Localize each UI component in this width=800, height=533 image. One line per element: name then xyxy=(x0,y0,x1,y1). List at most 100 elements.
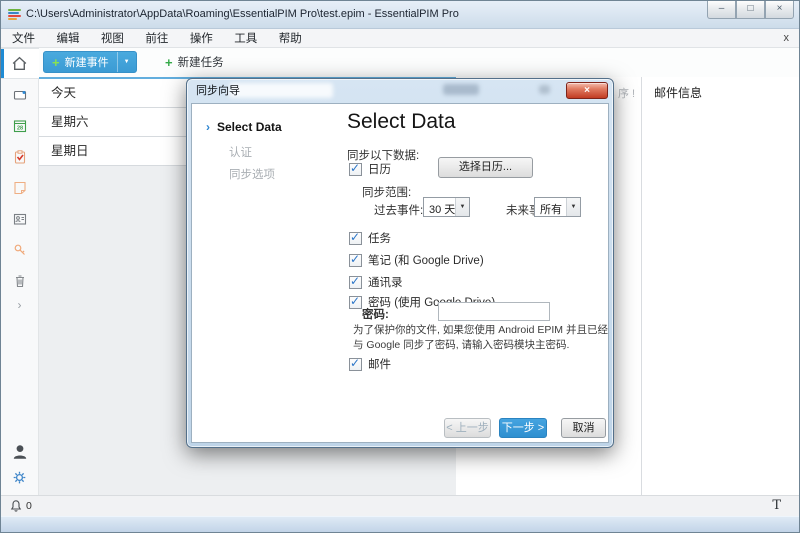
home-icon xyxy=(11,55,28,72)
close-button[interactable]: × xyxy=(765,1,794,19)
checkbox-row-mail: ✓ 邮件 xyxy=(349,356,391,372)
dialog-body: ›Select Data 认证 同步选项 Select Data 同步以下数据:… xyxy=(191,103,609,443)
page-title: Select Data xyxy=(347,110,456,134)
check-icon: ✓ xyxy=(350,274,360,288)
mail-list-header-fragment: 序 ! xyxy=(618,85,635,101)
maximize-button[interactable]: □ xyxy=(736,1,765,19)
notifications-bell-icon[interactable] xyxy=(9,499,23,513)
sidebar-item-today[interactable] xyxy=(1,79,39,110)
key-icon xyxy=(12,242,28,258)
today-panel-icon xyxy=(12,87,28,103)
passwords-checkbox[interactable]: ✓ xyxy=(349,296,362,309)
menu-item-edit[interactable]: 编辑 xyxy=(56,30,79,49)
new-event-label: 新建事件 xyxy=(65,54,117,70)
chevron-down-icon: ▼ xyxy=(455,198,469,216)
mail-info-title: 邮件信息 xyxy=(654,84,702,101)
window-controls: – □ × xyxy=(707,1,794,19)
wizard-nav-authentication[interactable]: 认证 xyxy=(229,144,252,160)
menu-bar: 文件 编辑 视图 前往 操作 工具 帮助 x xyxy=(1,29,799,48)
glass-blur-artifact xyxy=(229,83,333,98)
check-icon: ✓ xyxy=(350,230,360,244)
chevron-down-icon[interactable]: ▼ xyxy=(117,52,136,72)
notes-checkbox-label: 笔记 (和 Google Drive) xyxy=(368,252,484,268)
mail-checkbox[interactable]: ✓ xyxy=(349,358,362,371)
sidebar-item-calendar[interactable]: 28 xyxy=(1,110,39,141)
svg-text:28: 28 xyxy=(16,125,22,131)
minimize-button[interactable]: – xyxy=(707,1,736,19)
tasks-checkbox[interactable]: ✓ xyxy=(349,232,362,245)
sidebar-item-home[interactable] xyxy=(1,48,39,79)
contacts-checkbox[interactable]: ✓ xyxy=(349,276,362,289)
past-events-label: 过去事件: xyxy=(374,202,423,218)
module-sidebar: 28 › xyxy=(1,48,39,495)
toolbar: + 新建事件 ▼ + 新建任务 xyxy=(39,48,799,77)
back-button[interactable]: < 上一步 xyxy=(444,418,491,438)
check-icon: ✓ xyxy=(350,252,360,266)
sidebar-expand-button[interactable]: › xyxy=(18,296,22,316)
future-events-value: 所有 xyxy=(540,201,562,217)
future-events-select[interactable]: 所有 ▼ xyxy=(534,197,581,217)
past-events-value: 30 天 xyxy=(429,201,455,217)
calendar-checkbox[interactable]: ✓ xyxy=(349,163,362,176)
essentialpim-logo-icon xyxy=(8,9,21,21)
menu-item-file[interactable]: 文件 xyxy=(12,30,35,49)
menu-item-go[interactable]: 前往 xyxy=(145,30,168,49)
tasks-checkbox-label: 任务 xyxy=(368,230,391,246)
menubar-close-button[interactable]: x xyxy=(784,29,790,48)
contacts-card-icon xyxy=(12,211,28,227)
sync-wizard-dialog: 同步向导 × ›Select Data 认证 同步选项 Select Data … xyxy=(186,78,614,448)
mail-info-panel: 邮件信息 xyxy=(641,77,799,495)
calendar-checkbox-label: 日历 xyxy=(368,161,391,177)
user-avatar-icon[interactable] xyxy=(11,443,29,461)
menu-item-help[interactable]: 帮助 xyxy=(279,30,302,49)
menu-item-view[interactable]: 视图 xyxy=(101,30,124,49)
password-field-label: 密码: xyxy=(362,306,389,322)
checkbox-row-contacts: ✓ 通讯录 xyxy=(349,274,403,290)
menu-item-actions[interactable]: 操作 xyxy=(190,30,213,49)
checkbox-row-calendar: ✓ 日历 xyxy=(349,161,391,177)
sidebar-item-tasks[interactable] xyxy=(1,141,39,172)
sync-range-label: 同步范围: xyxy=(362,184,411,200)
checkbox-row-notes: ✓ 笔记 (和 Google Drive) xyxy=(349,252,484,268)
next-button[interactable]: 下一步 > xyxy=(499,418,547,438)
wizard-step-label: Select Data xyxy=(217,120,282,134)
check-icon: ✓ xyxy=(350,294,360,308)
password-input[interactable] xyxy=(438,302,550,321)
sidebar-item-notes[interactable] xyxy=(1,172,39,203)
new-task-label: 新建任务 xyxy=(178,54,224,70)
window-bottom-frame xyxy=(1,516,799,532)
settings-gear-icon[interactable] xyxy=(12,470,27,485)
sidebar-bottom-group xyxy=(11,443,29,495)
mail-checkbox-label: 邮件 xyxy=(368,356,391,372)
past-events-select[interactable]: 30 天 ▼ xyxy=(423,197,470,217)
cancel-button[interactable]: 取消 xyxy=(561,418,606,438)
dialog-title: 同步向导 xyxy=(196,79,240,103)
app-window: C:\Users\Administrator\AppData\Roaming\E… xyxy=(0,0,800,533)
plus-icon: + xyxy=(157,55,178,70)
window-titlebar: C:\Users\Administrator\AppData\Roaming\E… xyxy=(1,1,799,29)
notification-count: 0 xyxy=(26,500,32,512)
glass-blur-artifact xyxy=(443,84,479,95)
sidebar-item-trash[interactable] xyxy=(1,265,39,296)
checkbox-row-tasks: ✓ 任务 xyxy=(349,230,391,246)
wizard-nav-select-data[interactable]: › Select Data xyxy=(206,120,282,134)
check-icon: ✓ xyxy=(350,356,360,370)
sidebar-item-contacts[interactable] xyxy=(1,203,39,234)
password-note: 为了保护你的文件, 如果您使用 Android EPIM 并且已经与 Googl… xyxy=(353,323,611,353)
sidebar-item-passwords[interactable] xyxy=(1,234,39,265)
plus-icon: + xyxy=(44,55,65,70)
chevron-right-icon: › xyxy=(206,120,210,134)
text-tool-icon[interactable]: T xyxy=(772,498,781,513)
choose-calendar-button[interactable]: 选择日历... xyxy=(438,157,533,178)
dialog-close-button[interactable]: × xyxy=(566,82,608,99)
contacts-checkbox-label: 通讯录 xyxy=(368,274,403,290)
menu-item-tools[interactable]: 工具 xyxy=(234,30,257,49)
notes-checkbox[interactable]: ✓ xyxy=(349,254,362,267)
tasks-clipboard-icon xyxy=(12,149,28,165)
new-event-button[interactable]: + 新建事件 ▼ xyxy=(43,51,137,73)
wizard-nav-sync-options[interactable]: 同步选项 xyxy=(229,166,275,182)
calendar-icon: 28 xyxy=(12,118,28,134)
chevron-down-icon: ▼ xyxy=(566,198,580,216)
new-task-button[interactable]: + 新建任务 xyxy=(157,51,224,73)
status-bar: 0 T xyxy=(1,495,799,516)
